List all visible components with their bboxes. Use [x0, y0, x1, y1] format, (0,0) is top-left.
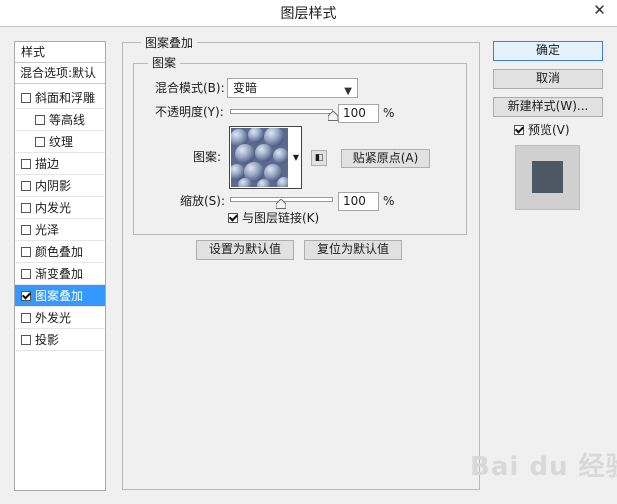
preview-label: 预览(V)	[528, 123, 570, 137]
opacity-unit: %	[383, 106, 395, 120]
checkbox[interactable]	[35, 115, 45, 125]
checkbox[interactable]	[21, 313, 31, 323]
opacity-input[interactable]: 100	[338, 104, 379, 123]
blend-mode-select[interactable]: 变暗 ▼	[227, 78, 358, 98]
sidebar-item-pattern-overlay[interactable]: 图案叠加	[15, 285, 105, 307]
scale-slider-thumb[interactable]	[276, 199, 286, 209]
sidebar-item-label: 等高线	[49, 113, 86, 127]
sidebar-item-label: 颜色叠加	[35, 245, 84, 259]
sidebar-item-label: 纹理	[49, 135, 74, 149]
checkbox[interactable]	[21, 203, 31, 213]
checkbox[interactable]	[21, 93, 31, 103]
checkbox[interactable]	[35, 137, 45, 147]
window-title: 图层样式	[280, 6, 337, 22]
opacity-label: 不透明度(Y):	[155, 105, 224, 119]
chevron-down-icon: ▼	[344, 86, 352, 97]
sidebar-item-drop-shadow[interactable]: 投影	[15, 329, 105, 351]
sidebar-item-label: 斜面和浮雕	[35, 91, 96, 105]
link-with-layer-checkbox[interactable]: 与图层链接(K)	[228, 211, 319, 227]
pattern-group-title: 图案	[148, 55, 181, 71]
checkbox[interactable]	[21, 225, 31, 235]
new-style-button[interactable]: 新建样式(W)...	[493, 97, 603, 117]
scale-label: 缩放(S):	[180, 194, 226, 208]
sidebar-item-color-overlay[interactable]: 颜色叠加	[15, 241, 105, 263]
pattern-label: 图案:	[193, 150, 222, 164]
sidebar-item-label: 外发光	[35, 311, 72, 325]
sidebar-item-satin[interactable]: 光泽	[15, 219, 105, 241]
reset-to-default-button[interactable]: 复位为默认值	[304, 240, 402, 260]
checkbox-checked[interactable]	[228, 213, 238, 223]
checkbox[interactable]	[21, 247, 31, 257]
sidebar-item-label: 投影	[35, 333, 60, 347]
panel-title: 图案叠加	[141, 35, 198, 51]
preview-checkbox[interactable]: 预览(V)	[514, 123, 570, 139]
sidebar-item-stroke[interactable]: 描边	[15, 153, 105, 175]
make-default-button[interactable]: 设置为默认值	[196, 240, 294, 260]
sidebar-item-bevel-emboss[interactable]: 斜面和浮雕	[15, 87, 105, 109]
sidebar-item-contour[interactable]: 等高线	[15, 109, 105, 131]
scale-input[interactable]: 100	[338, 192, 379, 211]
link-with-layer-label: 与图层链接(K)	[242, 211, 320, 225]
scale-unit: %	[383, 194, 395, 208]
sidebar-item-gradient-overlay[interactable]: 渐变叠加	[15, 263, 105, 285]
sidebar-blending-options[interactable]: 混合选项:默认	[15, 63, 105, 84]
sidebar-item-inner-glow[interactable]: 内发光	[15, 197, 105, 219]
sidebar-item-inner-shadow[interactable]: 内阴影	[15, 175, 105, 197]
sidebar-item-texture[interactable]: 纹理	[15, 131, 105, 153]
ok-button[interactable]: 确定	[493, 41, 603, 61]
checkbox-checked[interactable]	[21, 291, 31, 301]
sidebar-item-label: 内阴影	[35, 179, 72, 193]
sidebar-item-label: 描边	[35, 157, 60, 171]
close-icon[interactable]: ✕	[582, 0, 617, 22]
blend-mode-value: 变暗	[233, 81, 258, 95]
style-preview-thumbnail	[532, 161, 563, 193]
checkbox[interactable]	[21, 159, 31, 169]
checkbox[interactable]	[21, 181, 31, 191]
sidebar-item-outer-glow[interactable]: 外发光	[15, 307, 105, 329]
cancel-button[interactable]: 取消	[493, 69, 603, 89]
sidebar-item-label: 图案叠加	[35, 289, 84, 303]
snap-to-origin-button[interactable]: 贴紧原点(A)	[341, 149, 430, 168]
title-bar: 图层样式	[0, 0, 617, 26]
opacity-slider[interactable]	[230, 109, 333, 114]
title-divider	[0, 26, 617, 27]
new-preset-icon[interactable]: ◧	[311, 150, 327, 166]
sidebar-item-label: 渐变叠加	[35, 267, 84, 281]
pattern-swatch[interactable]	[229, 127, 291, 193]
blend-mode-label: 混合模式(B):	[155, 81, 225, 95]
sidebar-header-styles[interactable]: 样式	[15, 42, 105, 63]
style-list: 样式 混合选项:默认 斜面和浮雕 等高线 纹理 描边 内阴影 内发光 光泽 颜色…	[14, 41, 106, 491]
chevron-down-icon[interactable]: ▼	[290, 126, 302, 189]
checkbox[interactable]	[21, 335, 31, 345]
checkbox[interactable]	[21, 269, 31, 279]
checkbox-checked[interactable]	[514, 125, 524, 135]
sidebar-item-label: 内发光	[35, 201, 72, 215]
watermark-logo: Bai du 经验	[470, 452, 617, 482]
sidebar-item-label: 光泽	[35, 223, 60, 237]
opacity-slider-thumb[interactable]	[328, 111, 338, 121]
